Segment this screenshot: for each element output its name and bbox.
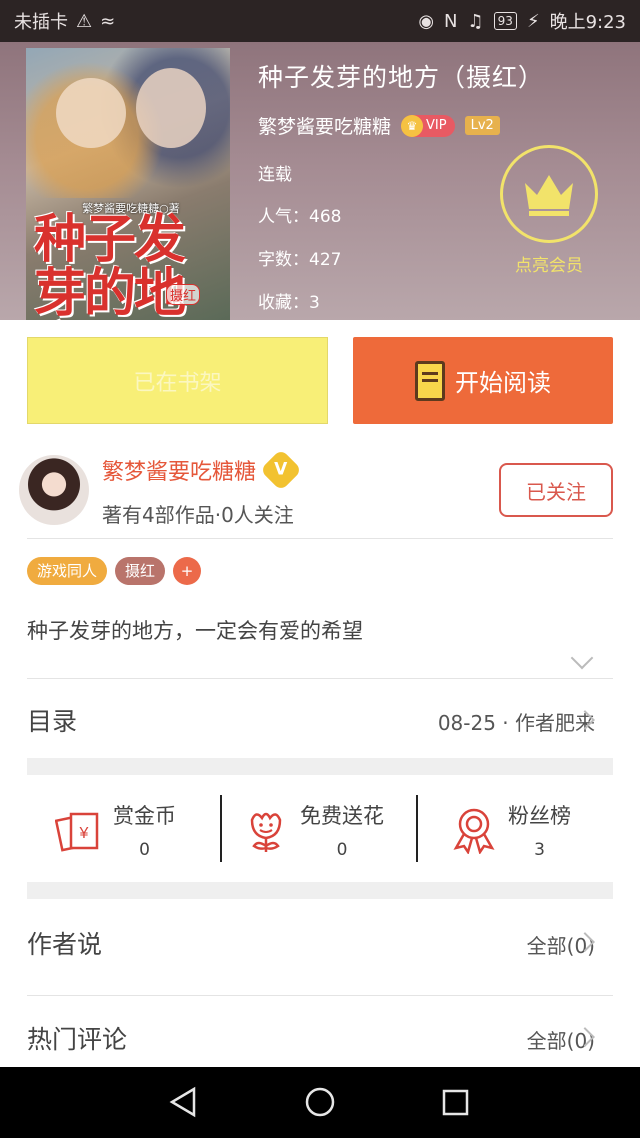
tag-list: 游戏同人 摄红 + bbox=[27, 557, 202, 585]
book-title: 种子发芽的地方（摄红） bbox=[258, 63, 545, 92]
charging-icon: ⚡ bbox=[526, 10, 540, 32]
reward-coins-item[interactable]: ¥ 赏金币 0 bbox=[54, 795, 176, 865]
wifi-icon: ≈ bbox=[100, 10, 116, 32]
stat-separator bbox=[416, 795, 418, 862]
author-name-row: 繁梦酱要吃糖糖 V bbox=[102, 448, 303, 492]
reward-coins-label: 赏金币 bbox=[113, 804, 176, 828]
book-word-count: 字数：427 bbox=[258, 250, 342, 270]
member-label: 点亮会员 bbox=[515, 256, 583, 276]
book-header: 繁梦酱要吃糖糖○著 种子发芽的地方 摄红 种子发芽的地方（摄红） 繁梦酱要吃糖糖… bbox=[0, 42, 640, 320]
level-badge: Lv2 bbox=[464, 116, 500, 135]
start-reading-label: 开始阅读 bbox=[455, 369, 551, 397]
carrier-text: 未插卡 bbox=[14, 12, 68, 33]
book-favorites: 收藏：3 bbox=[258, 293, 320, 313]
flower-icon bbox=[242, 806, 290, 854]
author-name[interactable]: 繁梦酱要吃糖糖 bbox=[102, 454, 256, 486]
crown-icon: ♛ bbox=[401, 114, 424, 137]
fan-ranking-value: 3 bbox=[534, 840, 545, 860]
divider bbox=[27, 678, 613, 679]
battery-indicator: 93 bbox=[493, 12, 517, 30]
red-envelope-icon: ¥ bbox=[54, 806, 103, 854]
start-reading-button[interactable]: 开始阅读 bbox=[353, 337, 613, 424]
clock: 晚上9:23 bbox=[549, 12, 626, 33]
cover-title-text: 种子发芽的地方 bbox=[34, 209, 186, 321]
cover-character-left bbox=[56, 78, 126, 148]
free-flower-item[interactable]: 免费送花 0 bbox=[242, 795, 384, 865]
tag-game-fanfic[interactable]: 游戏同人 bbox=[27, 557, 108, 585]
expand-chevron-icon[interactable] bbox=[570, 646, 594, 670]
add-tag-button[interactable]: + bbox=[173, 557, 202, 585]
book-author[interactable]: 繁梦酱要吃糖糖 bbox=[258, 112, 391, 139]
status-bar: 未插卡 ⚠ ≈ ◉ N ♫ 93 ⚡ 晚上9:23 bbox=[0, 0, 640, 42]
book-icon bbox=[415, 360, 445, 401]
svg-text:¥: ¥ bbox=[79, 825, 89, 842]
medal-icon bbox=[450, 806, 498, 855]
crown-icon bbox=[500, 145, 598, 243]
fan-ranking-label: 粉丝榜 bbox=[508, 804, 571, 828]
cover-subtitle-text: 摄红 bbox=[166, 284, 201, 305]
cover-character-right bbox=[136, 68, 206, 148]
catalog-latest: 08-25 · 作者肥来 bbox=[437, 711, 595, 735]
section-gap bbox=[27, 758, 613, 775]
vip-badge: ♛ VIP bbox=[401, 114, 455, 137]
book-popularity: 人气：468 bbox=[258, 207, 342, 227]
sim-alert-icon: ⚠ bbox=[76, 10, 93, 32]
free-flower-label: 免费送花 bbox=[300, 804, 384, 828]
mute-icon: ♫ bbox=[467, 10, 484, 32]
fan-ranking-item[interactable]: 粉丝榜 3 bbox=[450, 795, 571, 865]
recents-icon[interactable] bbox=[442, 1089, 469, 1116]
tag-sheyhong[interactable]: 摄红 bbox=[115, 557, 166, 585]
eye-icon: ◉ bbox=[418, 10, 435, 32]
author-stats: 著有4部作品·0人关注 bbox=[102, 503, 294, 527]
stat-separator bbox=[220, 795, 222, 862]
book-description: 种子发芽的地方，一定会有爱的希望 bbox=[27, 619, 363, 643]
nfc-icon: N bbox=[444, 10, 458, 32]
member-button[interactable]: 点亮会员 bbox=[500, 145, 598, 276]
book-cover[interactable]: 繁梦酱要吃糖糖○著 种子发芽的地方 摄红 bbox=[26, 48, 230, 320]
divider bbox=[27, 538, 613, 539]
hot-comments-label: 热门评论 bbox=[27, 1025, 128, 1054]
back-icon[interactable] bbox=[169, 1086, 196, 1118]
author-says-label: 作者说 bbox=[27, 930, 103, 959]
system-navigation-bar bbox=[0, 1067, 640, 1138]
free-flower-value: 0 bbox=[336, 840, 348, 860]
in-bookshelf-button[interactable]: 已在书架 bbox=[27, 337, 328, 424]
catalog-label: 目录 bbox=[27, 707, 78, 736]
verified-icon: V bbox=[259, 448, 303, 492]
reward-coins-value: 0 bbox=[139, 840, 150, 860]
book-author-row: 繁梦酱要吃糖糖 ♛ VIP Lv2 bbox=[258, 112, 500, 139]
home-icon[interactable] bbox=[305, 1087, 335, 1117]
section-gap bbox=[27, 882, 613, 899]
divider bbox=[27, 995, 613, 996]
follow-button[interactable]: 已关注 bbox=[499, 463, 613, 517]
author-avatar[interactable] bbox=[19, 455, 89, 525]
book-status: 连载 bbox=[258, 165, 292, 185]
